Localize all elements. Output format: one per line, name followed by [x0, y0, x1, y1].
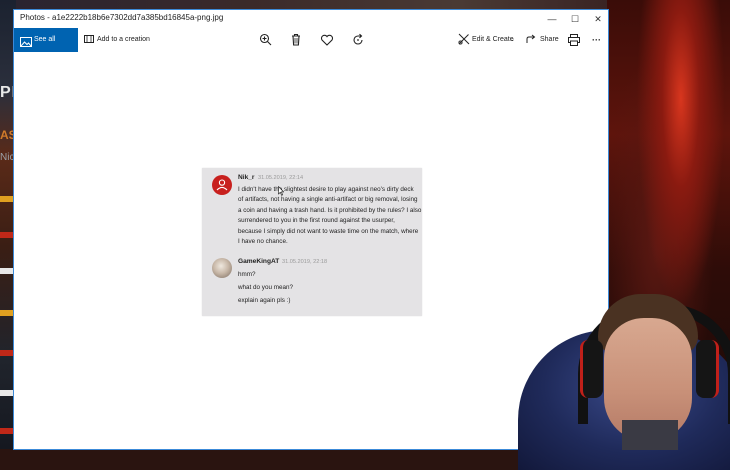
webcam-shirt [622, 420, 678, 450]
rotate-icon[interactable] [350, 32, 366, 48]
message-line: explain again pls :) [238, 296, 291, 304]
share-label: Share [540, 36, 559, 43]
user-icon [216, 179, 228, 191]
edit-create-label: Edit & Create [472, 36, 514, 43]
mouse-cursor-icon [278, 186, 284, 196]
message-line: I have no chance. [238, 238, 288, 246]
message-line: because I simply did not want to waste t… [238, 227, 419, 235]
add-to-creation-icon [84, 34, 94, 44]
photos-icon [20, 34, 32, 47]
add-to-creation-label: Add to a creation [97, 36, 150, 43]
message-line: surrendered to you in the first round ag… [238, 217, 395, 225]
print-icon[interactable] [566, 32, 582, 48]
message-author: Nik_r [238, 174, 255, 181]
window-title: Photos - a1e2222b18b6e7302dd7a385bd16845… [20, 13, 224, 22]
share-icon [526, 34, 536, 44]
message-line: I didn't have the slightest desire to pl… [238, 186, 414, 193]
delete-icon[interactable] [288, 32, 304, 48]
maximize-button[interactable]: ☐ [563, 10, 587, 28]
minimize-button[interactable]: — [540, 10, 564, 28]
zoom-icon[interactable] [258, 32, 274, 48]
see-all-photos-button[interactable]: See all photos [14, 28, 78, 67]
message-body: hmm? what do you mean? explain again pls… [238, 269, 293, 307]
title-bar: Photos - a1e2222b18b6e7302dd7a385bd16845… [14, 10, 608, 29]
message-body: I didn't have the slightest desire to pl… [238, 185, 421, 247]
message-line: what do you mean? [238, 283, 293, 291]
see-all-photos-label: See all photos [34, 36, 56, 67]
message-line: a coin and having a trash hand. Is it pr… [238, 206, 422, 214]
message-line: hmm? [238, 271, 256, 278]
message-line: of artifacts, not having a single anti-a… [238, 196, 418, 204]
photos-window: Photos - a1e2222b18b6e7302dd7a385bd16845… [14, 10, 608, 449]
stream-overlay-text: Nic [0, 152, 15, 163]
webcam-headset-ear [580, 340, 603, 398]
toolbar: See all photos Add to a creation Edit & … [14, 28, 608, 67]
more-options-button[interactable]: ··· [592, 28, 601, 52]
avatar-gamekingat [212, 258, 232, 278]
photo-content-chat: Nik_r 31.05.2019, 22:14 I didn't have th… [202, 168, 422, 316]
favorite-heart-icon[interactable] [319, 32, 335, 48]
message-author: GameKingAT [238, 258, 280, 265]
webcam-headset-ear [696, 340, 719, 398]
close-button[interactable]: ✕ [586, 10, 610, 28]
chevron-down-icon: ⌄ [510, 37, 516, 43]
message-time: 31.05.2019, 22:14 [258, 175, 304, 181]
avatar-nik-r [212, 175, 232, 195]
message-time: 31.05.2019, 22:18 [282, 259, 328, 265]
edit-create-icon [458, 33, 470, 45]
